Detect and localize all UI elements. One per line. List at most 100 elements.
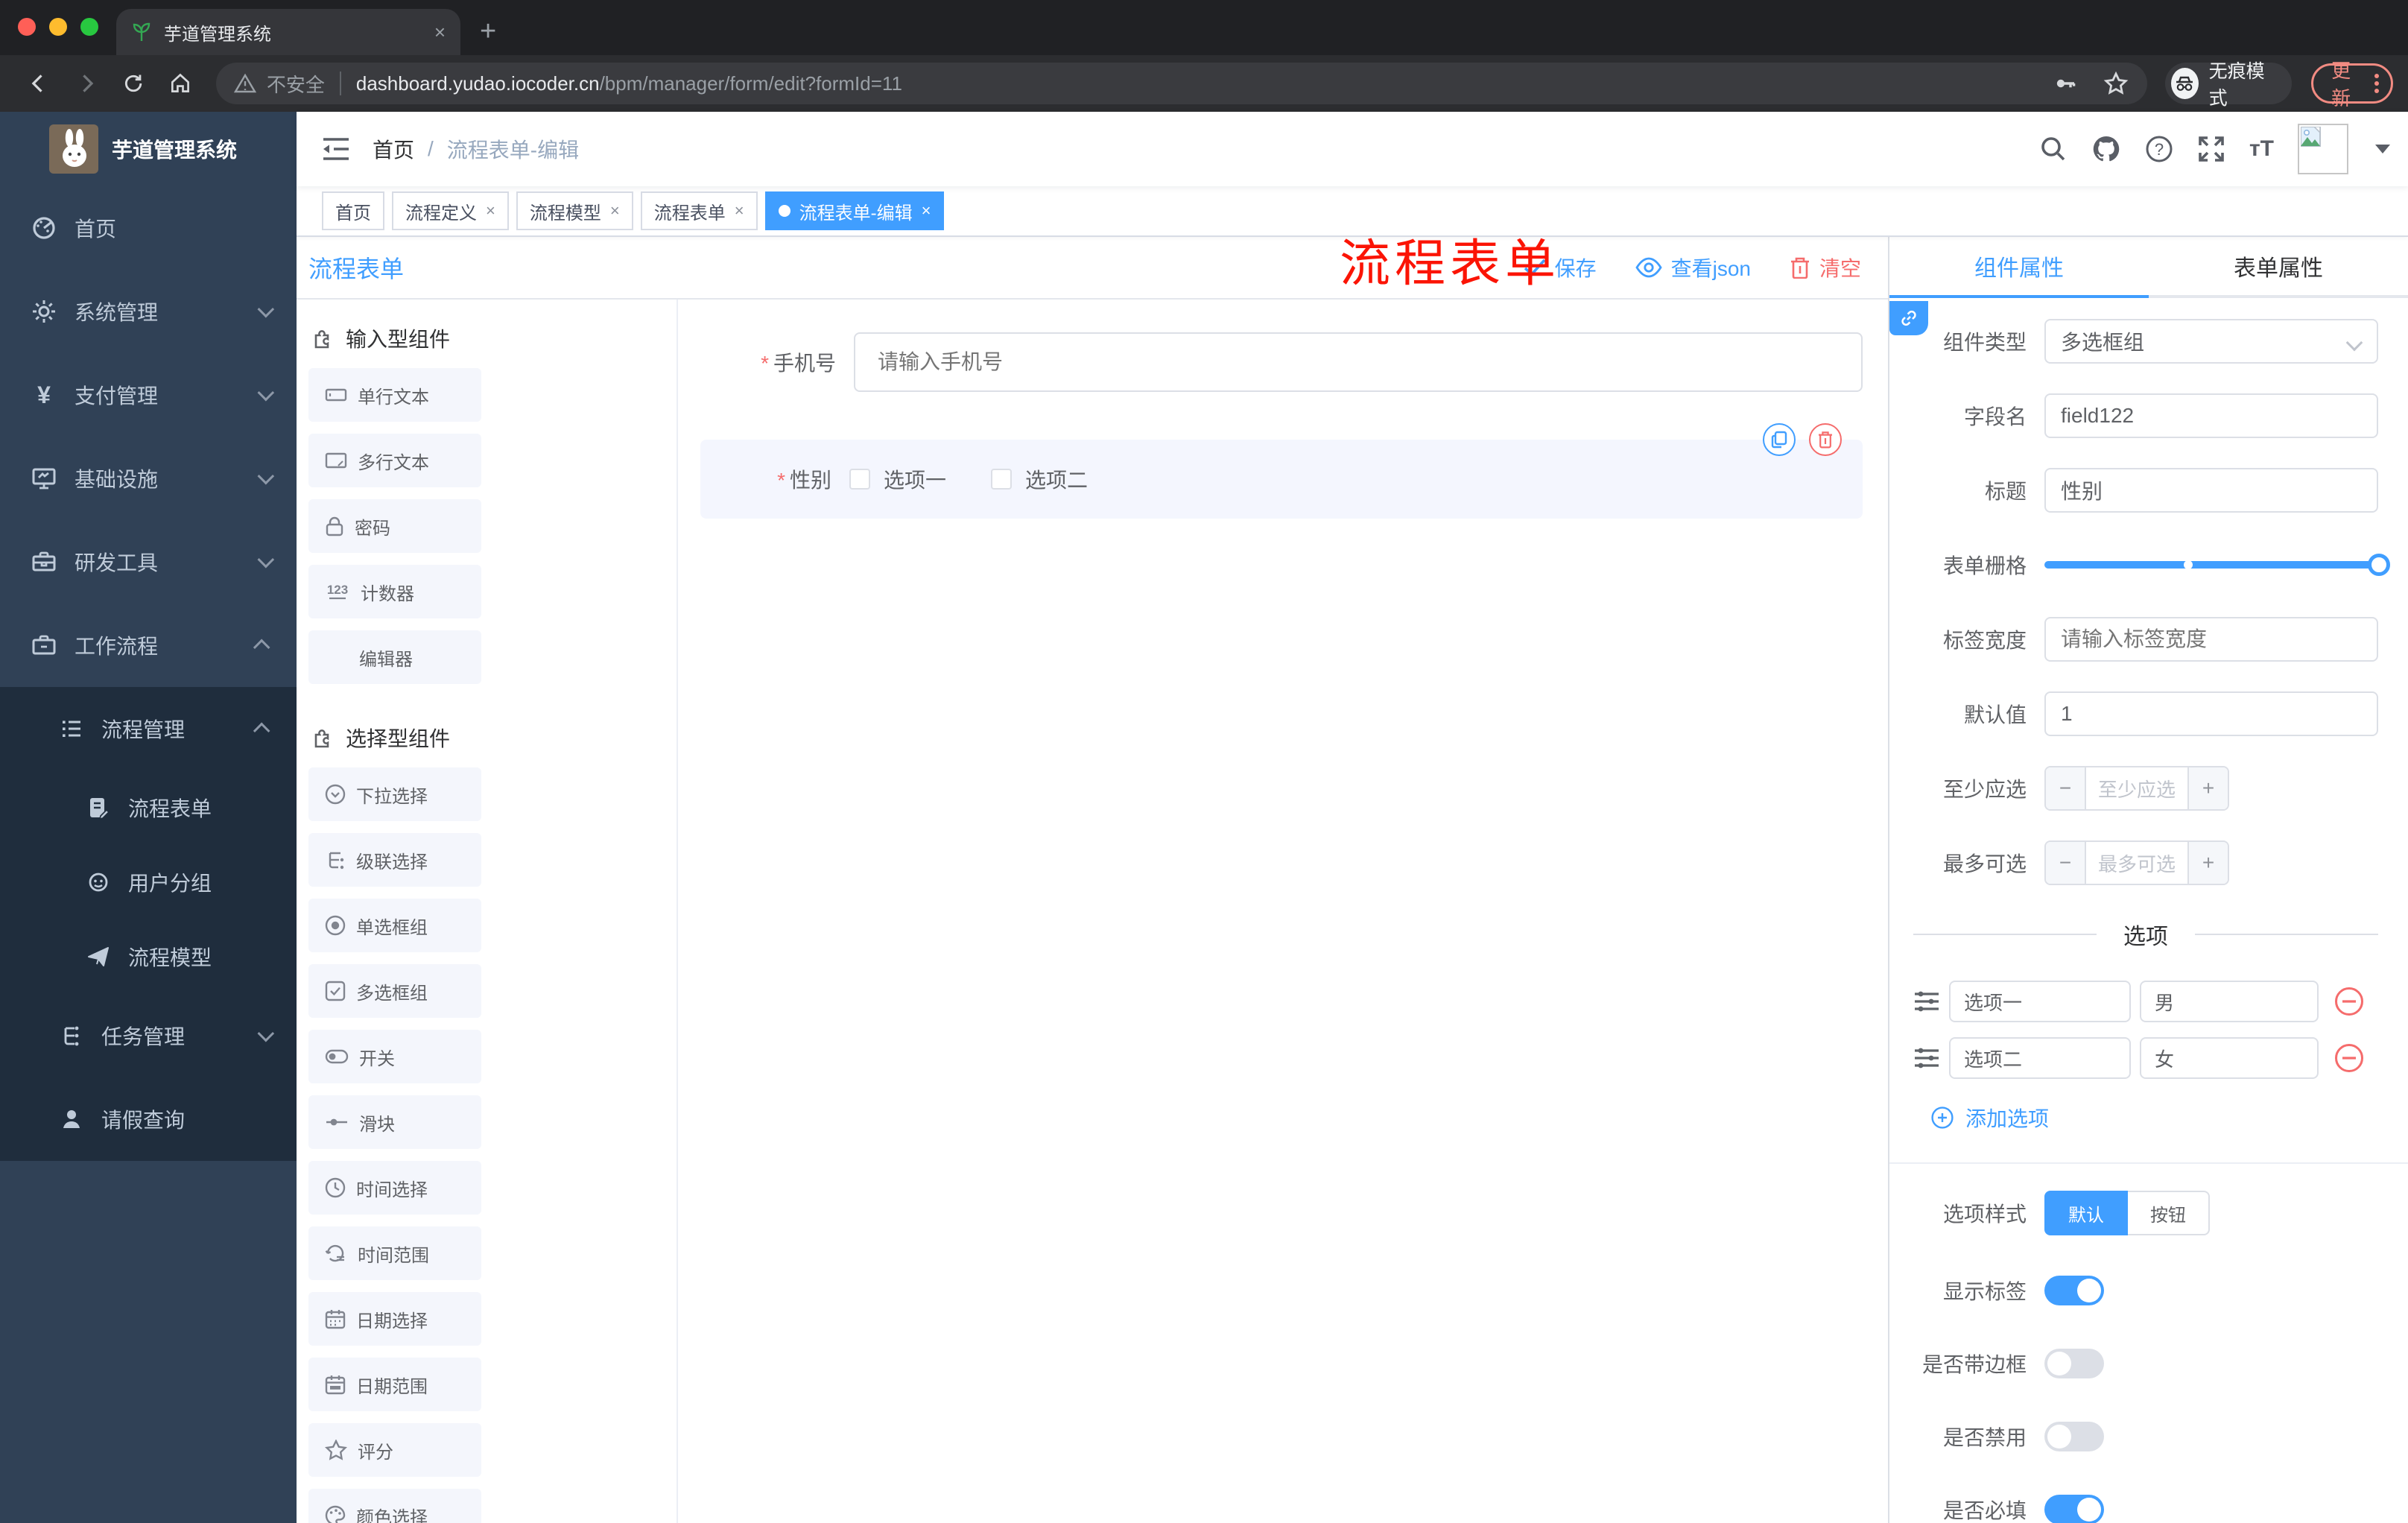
palette-item-time-picker[interactable]: 时间选择 [308,1161,481,1215]
palette-item-password[interactable]: 密码 [308,499,481,553]
grid-slider[interactable] [2044,542,2390,587]
slider-track[interactable] [2044,554,2390,576]
close-tag-icon[interactable]: × [486,201,495,221]
remove-option-button[interactable] [2335,987,2363,1016]
palette-item-slider[interactable]: 滑块 [308,1095,481,1149]
palette-item-checkbox-group[interactable]: 多选框组 [308,964,481,1018]
slider-handle[interactable] [2368,554,2390,576]
help-icon[interactable]: ? [2145,135,2173,163]
tag-process-model[interactable]: 流程模型 × [516,191,633,230]
home-icon[interactable] [168,70,192,97]
view-json-button[interactable]: 查看json [1635,253,1751,282]
tab-component-props[interactable]: 组件属性 [1889,237,2149,298]
label-width-input[interactable] [2044,617,2378,662]
canvas-field-gender-selected[interactable]: * 性别 选项一 选项二 [700,423,1863,519]
chrome-update-button[interactable]: 更新 [2311,60,2393,110]
close-tag-icon[interactable]: × [610,201,620,221]
clear-button[interactable]: 清空 [1790,253,1861,282]
sidebar-item-process-form[interactable]: 流程表单 [0,770,297,845]
tag-home[interactable]: 首页 [322,191,384,230]
sidebar-item-process-management[interactable]: 流程管理 [0,687,297,770]
sidebar-item-devtools[interactable]: 研发工具 [0,520,297,604]
palette-item-counter[interactable]: 123 计数器 [308,565,481,618]
close-tag-icon[interactable]: × [922,201,931,221]
drag-handle-icon[interactable] [1913,990,1940,1013]
tag-process-definition[interactable]: 流程定义 × [392,191,509,230]
stepper-decrease-button[interactable]: − [2046,842,2086,884]
tag-process-form-edit[interactable]: 流程表单-编辑 × [764,191,945,230]
reload-icon[interactable] [122,71,145,96]
default-value-input[interactable] [2044,691,2378,736]
palette-item-cascader[interactable]: 级联选择 [308,833,481,887]
sidebar-item-infra[interactable]: 基础设施 [0,437,297,520]
avatar[interactable] [2298,124,2348,174]
palette-item-date-picker[interactable]: 日期选择 [308,1292,481,1346]
fullscreen-icon[interactable] [2197,135,2225,163]
option-label-input[interactable] [1949,981,2131,1022]
palette-item-dropdown[interactable]: 下拉选择 [308,767,481,821]
canvas-field-phone[interactable]: * 手机号 [700,332,1863,392]
sidebar-item-user-group[interactable]: 用户分组 [0,845,297,919]
palette-item-rate[interactable]: 评分 [308,1423,481,1477]
sidebar-logo[interactable]: 芋道管理系统 [0,112,297,186]
stepper-increase-button[interactable]: + [2187,842,2228,884]
palette-item-single-line-text[interactable]: 单行文本 [308,368,481,422]
close-window-button[interactable] [18,18,36,36]
max-select-value[interactable]: 最多可选 [2086,842,2187,884]
drag-handle-icon[interactable] [1913,1047,1940,1069]
macos-traffic-lights[interactable] [18,18,98,36]
sidebar-item-workflow[interactable]: 工作流程 [0,604,297,687]
sidebar-item-home[interactable]: 首页 [0,186,297,270]
palette-item-color-picker[interactable]: 颜色选择 [308,1489,481,1523]
required-switch[interactable] [2044,1495,2104,1523]
palette-item-multi-line-text[interactable]: 多行文本 [308,434,481,487]
gender-checkbox-option2[interactable]: 选项二 [991,464,1088,494]
min-select-value[interactable]: 至少应选 [2086,767,2187,809]
back-icon[interactable] [27,70,51,97]
palette-item-radio-group[interactable]: 单选框组 [308,899,481,952]
sidebar-item-process-model[interactable]: 流程模型 [0,919,297,994]
remove-option-button[interactable] [2335,1044,2363,1072]
palette-item-time-range[interactable]: 时间范围 [308,1226,481,1280]
forward-icon[interactable] [75,70,98,97]
tag-process-form[interactable]: 流程表单 × [640,191,758,230]
option-label-input[interactable] [1949,1037,2131,1079]
address-bar[interactable]: 不安全 dashboard.yudao.iocoder.cn/bpm/manag… [215,63,2147,104]
delete-field-button[interactable] [1809,423,1842,456]
chrome-menu-icon[interactable] [2374,74,2379,93]
show-label-switch[interactable] [2044,1276,2104,1305]
palette-item-date-range[interactable]: 日期范围 [308,1358,481,1411]
stepper-increase-button[interactable]: + [2187,767,2228,809]
breadcrumb-home[interactable]: 首页 [373,134,414,164]
sidebar-item-leave-query[interactable]: 请假查询 [0,1077,297,1161]
border-switch[interactable] [2044,1349,2104,1378]
font-size-icon[interactable]: тT [2249,136,2274,162]
option-value-input[interactable] [2140,981,2319,1022]
field-name-input[interactable] [2044,393,2378,438]
browser-tab[interactable]: 芋道管理系统 × [116,9,460,55]
bookmark-star-icon[interactable] [2103,70,2129,97]
tab-form-props[interactable]: 表单属性 [2149,237,2408,295]
close-tab-icon[interactable]: × [434,21,446,44]
stepper-decrease-button[interactable]: − [2046,767,2086,809]
sidebar-item-system[interactable]: 系统管理 [0,270,297,353]
search-icon[interactable] [2039,135,2068,163]
maximize-window-button[interactable] [80,18,98,36]
component-type-select[interactable]: 多选框组 [2044,319,2378,364]
sidebar-item-payment[interactable]: ¥ 支付管理 [0,353,297,437]
style-default-button[interactable]: 默认 [2044,1191,2128,1235]
close-tag-icon[interactable]: × [735,201,744,221]
minimize-window-button[interactable] [49,18,67,36]
disabled-switch[interactable] [2044,1422,2104,1451]
github-icon[interactable] [2091,134,2121,164]
new-tab-button[interactable]: + [480,12,496,51]
style-button-button[interactable]: 按钮 [2128,1191,2210,1235]
gender-checkbox-option1[interactable]: 选项一 [849,464,946,494]
copy-field-button[interactable] [1763,423,1796,456]
collapse-sidebar-icon[interactable] [322,136,350,162]
palette-item-switch[interactable]: 开关 [308,1030,481,1083]
title-input[interactable] [2044,468,2378,513]
option-value-input[interactable] [2140,1037,2319,1079]
avatar-caret-icon[interactable] [2375,145,2390,153]
link-drawer-handle[interactable] [1889,301,1928,335]
